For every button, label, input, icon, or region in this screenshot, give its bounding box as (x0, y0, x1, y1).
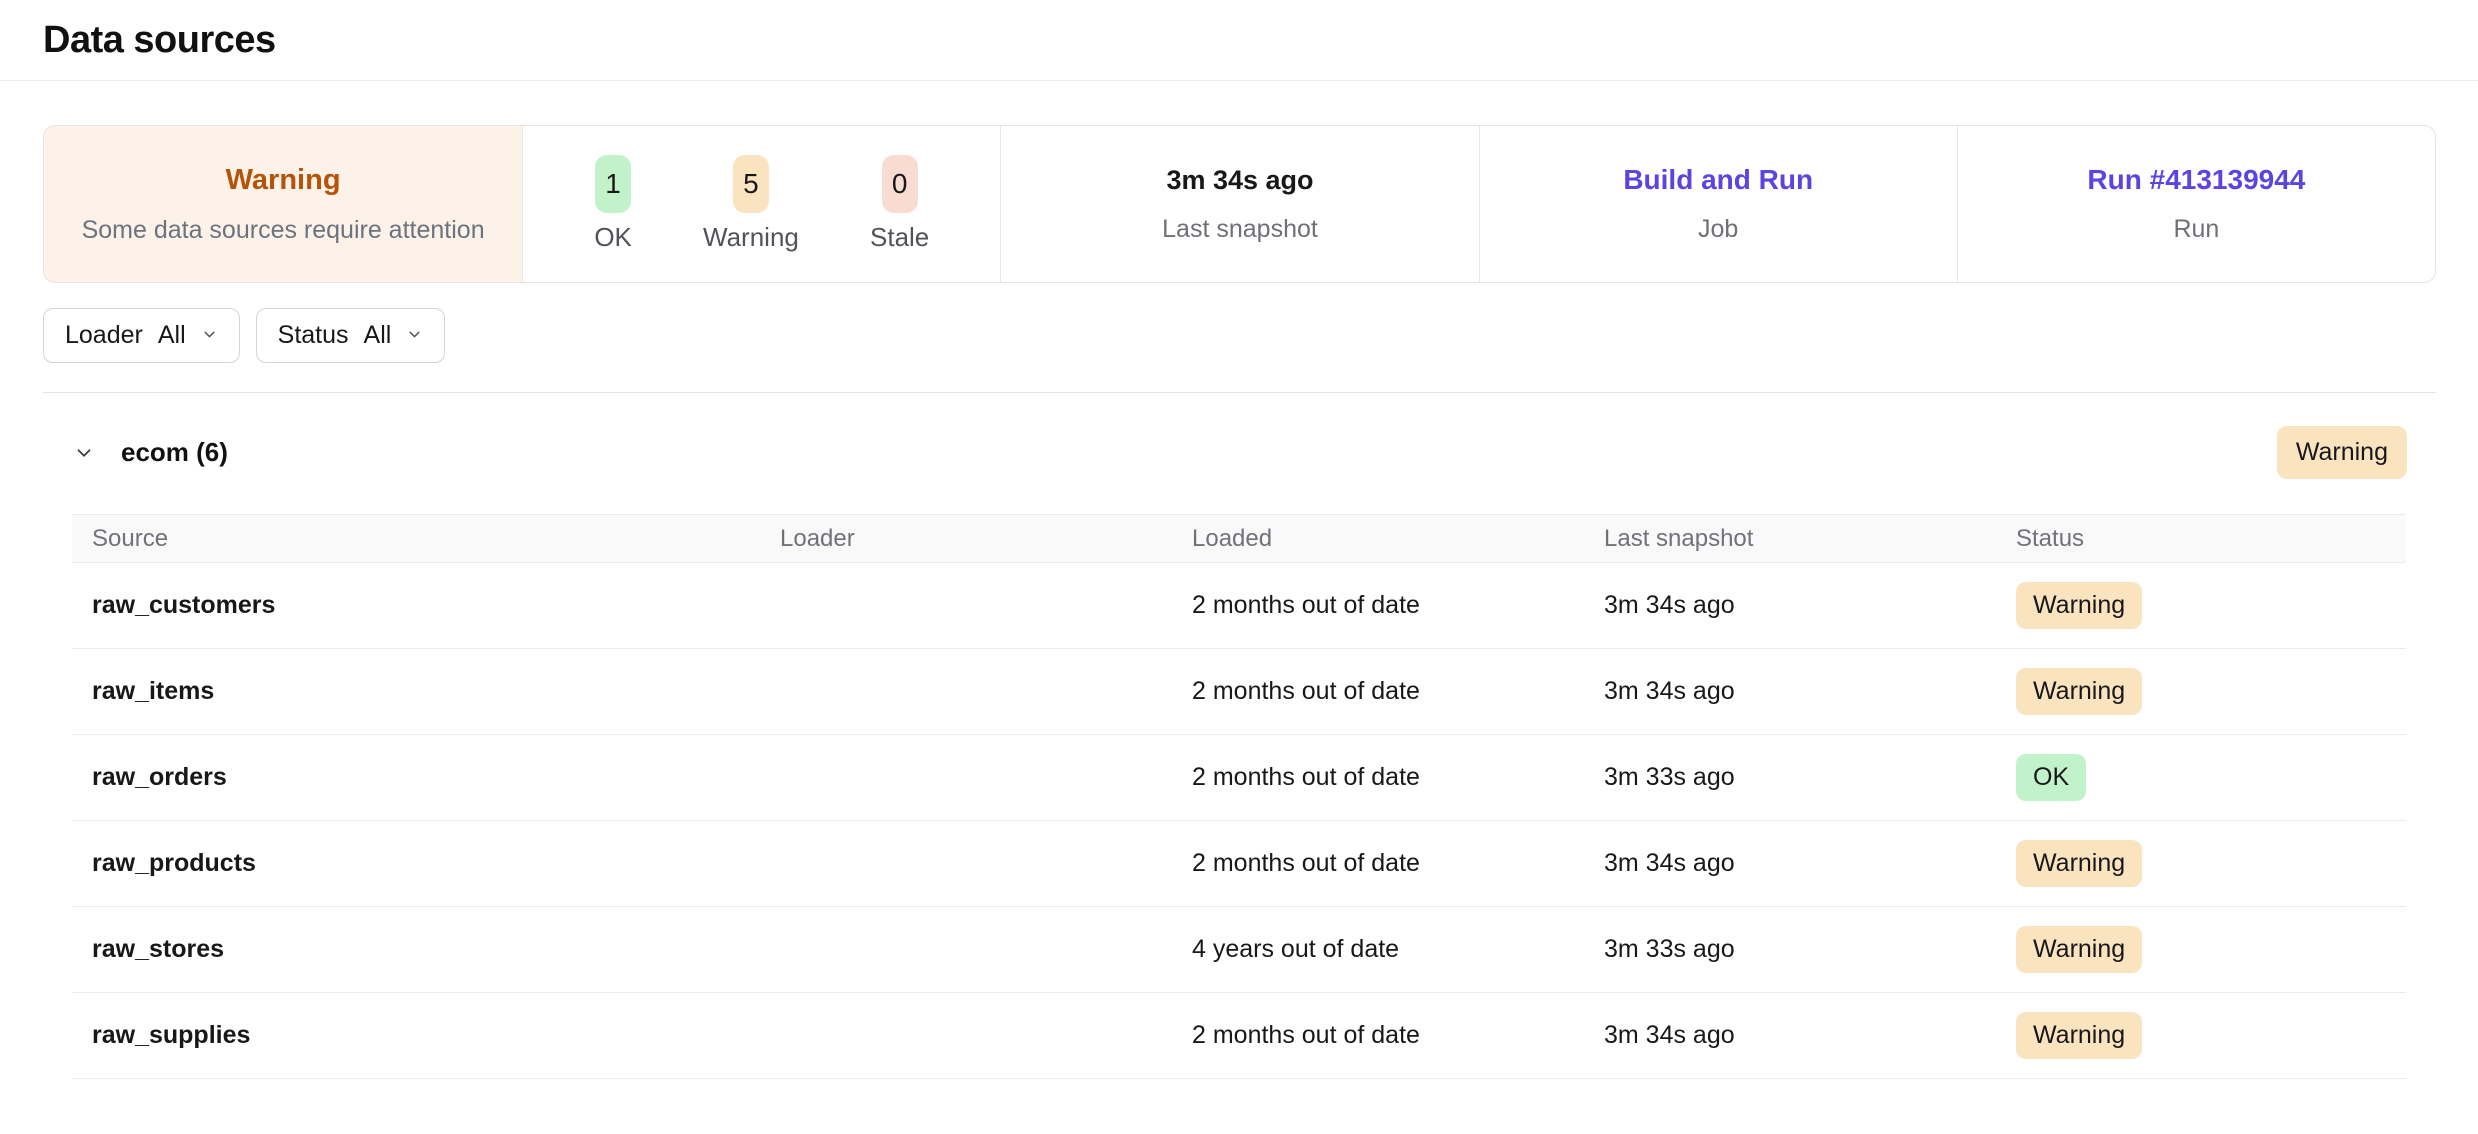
loader-cell (760, 563, 1172, 649)
job-label: Job (1698, 215, 1738, 244)
status-filter-dropdown[interactable]: Status All (256, 308, 446, 363)
summary-bar: Warning Some data sources require attent… (43, 125, 2436, 283)
table-row[interactable]: raw_products 2 months out of date 3m 34s… (72, 821, 2406, 907)
loader-cell (760, 993, 1172, 1079)
source-name: raw_orders (72, 735, 760, 821)
loaded-cell: 2 months out of date (1172, 993, 1584, 1079)
status-filter-value: All (364, 321, 392, 350)
status-filter-name: Status (278, 321, 349, 350)
group-status-badge: Warning (2277, 426, 2407, 479)
group-header-ecom[interactable]: ecom (6) Warning (43, 426, 2436, 479)
status-badge: Warning (2016, 582, 2142, 629)
table-row[interactable]: raw_supplies 2 months out of date 3m 34s… (72, 993, 2406, 1079)
source-name: raw_stores (72, 907, 760, 993)
last-snapshot-cell: 3m 33s ago (1584, 735, 1996, 821)
status-card-title: Warning (226, 164, 341, 197)
count-stale: 0 Stale (870, 155, 929, 253)
column-header-loaded: Loaded (1172, 515, 1584, 563)
count-stale-badge: 0 (882, 155, 918, 213)
count-ok-label: OK (594, 222, 632, 253)
loader-cell (760, 821, 1172, 907)
table-row[interactable]: raw_customers 2 months out of date 3m 34… (72, 563, 2406, 649)
loader-cell (760, 735, 1172, 821)
source-name: raw_supplies (72, 993, 760, 1079)
loaded-cell: 2 months out of date (1172, 563, 1584, 649)
last-snapshot-cell: 3m 33s ago (1584, 907, 1996, 993)
status-badge: Warning (2016, 668, 2142, 715)
last-snapshot-card: 3m 34s ago Last snapshot (1000, 126, 1478, 282)
column-header-loader: Loader (760, 515, 1172, 563)
table-header-row: Source Loader Loaded Last snapshot Statu… (72, 515, 2406, 563)
column-header-last-snapshot: Last snapshot (1584, 515, 1996, 563)
group-label: ecom (6) (121, 437, 228, 468)
counts-card: 1 OK 5 Warning 0 Stale (522, 126, 1000, 282)
job-card: Build and Run Job (1479, 126, 1957, 282)
table-row[interactable]: raw_items 2 months out of date 3m 34s ag… (72, 649, 2406, 735)
status-badge: Warning (2016, 1012, 2142, 1059)
loaded-cell: 2 months out of date (1172, 821, 1584, 907)
loaded-cell: 2 months out of date (1172, 649, 1584, 735)
status-badge: Warning (2016, 926, 2142, 973)
loader-filter-name: Loader (65, 321, 143, 350)
count-warning-badge: 5 (733, 155, 769, 213)
source-name: raw_items (72, 649, 760, 735)
main-content: Warning Some data sources require attent… (0, 125, 2478, 1079)
count-warning-label: Warning (703, 222, 799, 253)
count-ok-badge: 1 (595, 155, 631, 213)
loader-filter-dropdown[interactable]: Loader All (43, 308, 240, 363)
source-name: raw_customers (72, 563, 760, 649)
chevron-down-icon (406, 321, 423, 350)
loader-cell (760, 649, 1172, 735)
last-snapshot-cell: 3m 34s ago (1584, 993, 1996, 1079)
status-card-subtitle: Some data sources require attention (82, 216, 485, 245)
table-row[interactable]: raw_orders 2 months out of date 3m 33s a… (72, 735, 2406, 821)
status-badge: Warning (2016, 840, 2142, 887)
run-label: Run (2173, 215, 2219, 244)
last-snapshot-value: 3m 34s ago (1166, 165, 1313, 196)
status-badge: OK (2016, 754, 2086, 801)
last-snapshot-label: Last snapshot (1162, 215, 1318, 244)
chevron-down-icon (201, 321, 218, 350)
page-title: Data sources (43, 19, 276, 62)
source-name: raw_products (72, 821, 760, 907)
data-sources-table: Source Loader Loaded Last snapshot Statu… (72, 514, 2406, 1079)
run-card: Run #413139944 Run (1957, 126, 2435, 282)
chevron-down-icon[interactable] (72, 442, 96, 464)
loaded-cell: 4 years out of date (1172, 907, 1584, 993)
loader-cell (760, 907, 1172, 993)
loaded-cell: 2 months out of date (1172, 735, 1584, 821)
last-snapshot-cell: 3m 34s ago (1584, 821, 1996, 907)
count-warning: 5 Warning (703, 155, 799, 253)
count-ok: 1 OK (594, 155, 632, 253)
loader-filter-value: All (158, 321, 186, 350)
table-row[interactable]: raw_stores 4 years out of date 3m 33s ag… (72, 907, 2406, 993)
job-link[interactable]: Build and Run (1623, 164, 1813, 196)
page-header: Data sources (0, 0, 2478, 81)
section-divider (43, 392, 2436, 393)
last-snapshot-cell: 3m 34s ago (1584, 563, 1996, 649)
count-stale-label: Stale (870, 222, 929, 253)
column-header-source: Source (72, 515, 760, 563)
status-card: Warning Some data sources require attent… (44, 126, 522, 282)
filters-bar: Loader All Status All (43, 308, 2436, 363)
last-snapshot-cell: 3m 34s ago (1584, 649, 1996, 735)
run-link[interactable]: Run #413139944 (2087, 164, 2305, 196)
column-header-status: Status (1996, 515, 2406, 563)
